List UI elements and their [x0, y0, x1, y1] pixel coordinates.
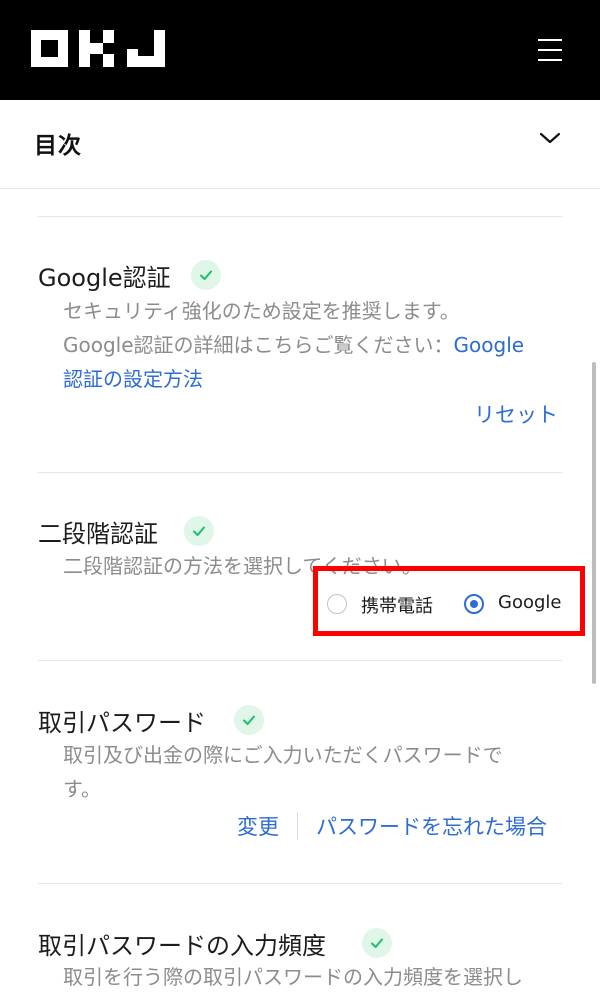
hamburger-menu-icon[interactable]: [532, 36, 568, 64]
check-icon: [234, 705, 264, 735]
change-password-link[interactable]: 変更: [237, 811, 279, 841]
google-auth-description: セキュリティ強化のため設定を推奨します。: [63, 299, 460, 323]
radio-google[interactable]: [464, 594, 484, 614]
trade-password-description: 取引及び出金の際にご入力いただくパスワードで: [63, 743, 503, 767]
section-divider: [38, 216, 562, 217]
section-divider: [38, 472, 562, 473]
toc-title: 目次: [34, 133, 82, 159]
google-auth-details-text: Google認証の詳細はこちらご覧ください：: [63, 333, 454, 357]
trade-password-frequency-title: 取引パスワードの入力頻度: [38, 932, 326, 960]
google-auth-title: Google認証: [38, 264, 171, 292]
top-bar: [0, 0, 600, 100]
reset-link[interactable]: リセット: [474, 399, 558, 429]
forgot-password-link[interactable]: パスワードを忘れた場合: [316, 811, 547, 841]
trade-password-frequency-description: 取引を行う際の取引パスワードの入力頻度を選択し: [63, 965, 523, 989]
radio-label-mobile-phone[interactable]: 携帯電話: [361, 592, 433, 618]
check-icon: [184, 516, 214, 546]
okj-logo[interactable]: [31, 30, 165, 67]
check-icon: [191, 260, 221, 290]
toc-header[interactable]: 目次: [0, 100, 600, 189]
two-factor-description: 二段階認証の方法を選択してください。: [63, 554, 422, 578]
google-auth-setup-link[interactable]: Google: [454, 333, 525, 357]
two-factor-title: 二段階認証: [38, 520, 158, 548]
google-auth-details: Google認証の詳細はこちらご覧ください：Google: [63, 328, 524, 362]
link-separator: [297, 812, 298, 840]
scrollbar[interactable]: [592, 362, 596, 684]
radio-label-google[interactable]: Google: [498, 592, 561, 613]
google-auth-setup-link-cont[interactable]: 認証の設定方法: [63, 362, 203, 396]
check-icon: [362, 928, 392, 958]
radio-mobile-phone[interactable]: [327, 594, 347, 614]
trade-password-title: 取引パスワード: [38, 709, 206, 737]
section-divider: [38, 660, 562, 661]
trade-password-description-cont: す。: [63, 777, 101, 801]
chevron-down-icon[interactable]: [538, 130, 562, 146]
section-divider: [38, 883, 562, 884]
